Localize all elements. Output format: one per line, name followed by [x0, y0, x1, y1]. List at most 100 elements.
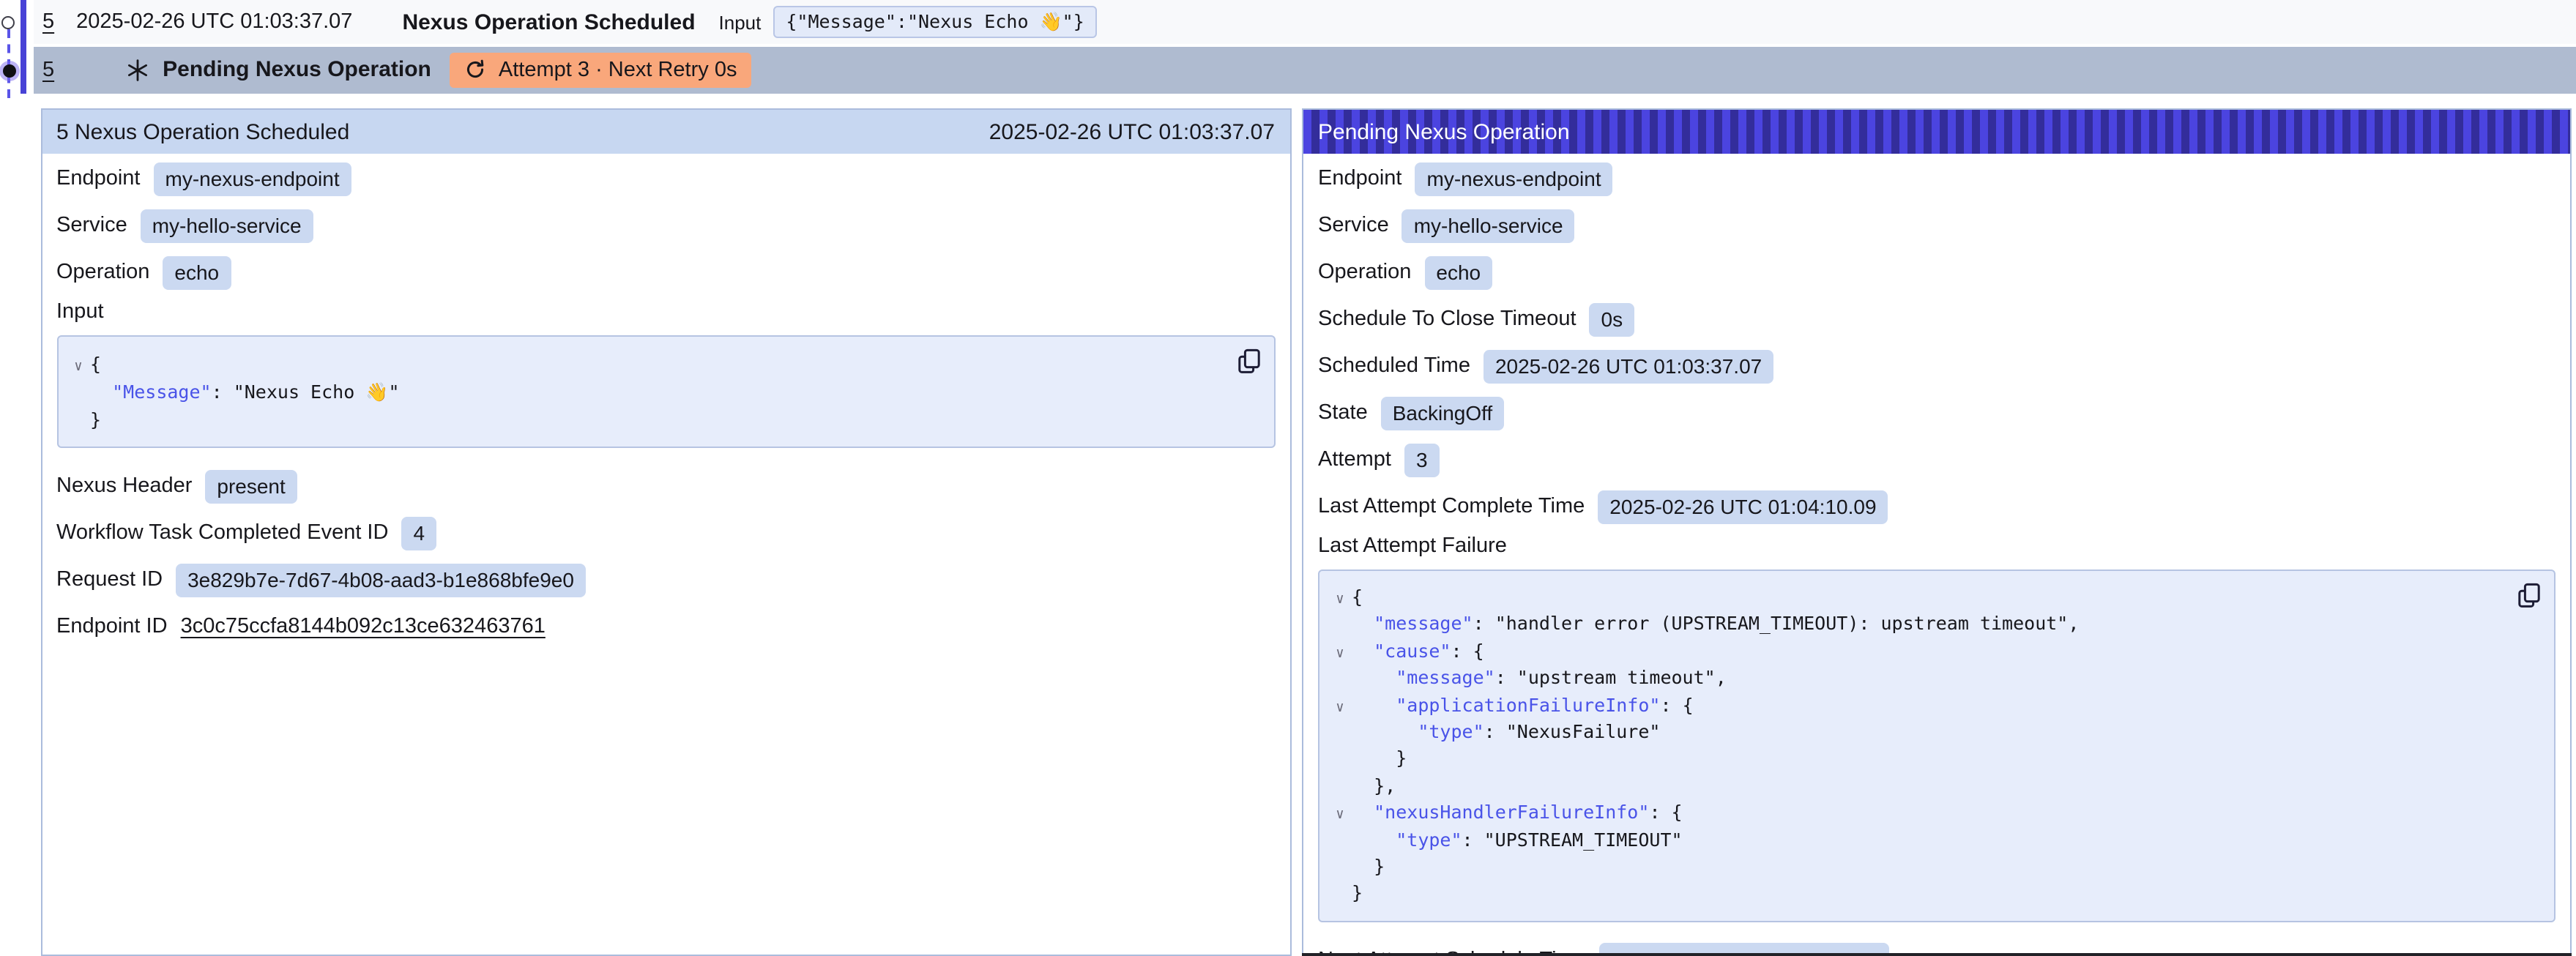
field-value-badge: my-hello-service	[141, 209, 313, 242]
code-line-gutter	[1328, 668, 1352, 695]
event-input-chip: {"Message":"Nexus Echo 👋"}	[773, 6, 1097, 38]
field-row-wft-completed-id: Workflow Task Completed Event ID 4	[56, 514, 1275, 552]
field-value-badge: 0s	[1590, 302, 1635, 336]
collapse-chevron-icon[interactable]: ∨	[1328, 695, 1352, 722]
code-line: "message": "upstream timeout",	[1328, 665, 2510, 692]
field-label: Last Attempt Complete Time	[1318, 495, 1585, 518]
field-value-badge: echo	[1424, 255, 1492, 289]
field-row-last-attempt-complete: Last Attempt Complete Time 2025-02-26 UT…	[1318, 488, 2555, 526]
field-label: Endpoint	[1318, 167, 1402, 190]
event-input-label: Input	[719, 11, 762, 33]
code-line: }	[67, 406, 1229, 433]
code-line-text: "applicationFailureInfo": {	[1352, 692, 1694, 719]
field-label: Scheduled Time	[1318, 354, 1470, 378]
code-line: ∨ "applicationFailureInfo": {	[1328, 692, 2510, 719]
field-label: Workflow Task Completed Event ID	[56, 521, 388, 545]
code-line-text: {	[90, 350, 101, 378]
event-id-link[interactable]: 5	[42, 10, 54, 34]
input-block-label: Input	[56, 300, 1275, 329]
code-line: "type": "NexusFailure"	[1328, 719, 2510, 746]
workflow-history-view: 5 2025-02-26 UTC 01:03:37.07 Nexus Opera…	[0, 0, 2576, 956]
code-line-gutter	[1328, 722, 1352, 749]
code-line-text: "cause": {	[1352, 638, 1484, 665]
pending-asterisk-icon	[126, 59, 149, 82]
field-row-nexus-header: Nexus Header present	[56, 467, 1275, 505]
event-history-row[interactable]: 5 2025-02-26 UTC 01:03:37.07 Nexus Opera…	[34, 0, 2576, 44]
field-row-endpoint: Endpoint my-nexus-endpoint	[56, 160, 1275, 198]
field-row-request-id: Request ID 3e829b7e-7d67-4b08-aad3-b1e86…	[56, 561, 1275, 599]
field-row-attempt: Attempt 3	[1318, 441, 2555, 479]
field-row-scheduled-time: Scheduled Time 2025-02-26 UTC 01:03:37.0…	[1318, 347, 2555, 385]
event-title: Nexus Operation Scheduled	[402, 10, 695, 34]
field-row-operation: Operation echo	[1318, 253, 2555, 291]
collapse-chevron-icon[interactable]: ∨	[1328, 587, 1352, 614]
field-label: Schedule To Close Timeout	[1318, 307, 1577, 331]
field-row-operation: Operation echo	[56, 253, 1275, 291]
code-line: }	[1328, 881, 2510, 908]
code-line-gutter	[1328, 884, 1352, 911]
code-line-text: "message": "upstream timeout",	[1352, 665, 1727, 692]
retry-badge: Attempt 3 · Next Retry 0s	[450, 53, 752, 88]
pending-title: Pending Nexus Operation	[163, 58, 431, 83]
endpoint-id-link[interactable]: 3c0c75ccfa8144b092c13ce632463761	[181, 615, 546, 638]
pending-operation-row[interactable]: 5 Pending Nexus Operation Attempt 3 · Ne…	[34, 46, 2576, 94]
collapse-chevron-icon[interactable]: ∨	[1328, 641, 1352, 668]
field-row-schedule-to-close: Schedule To Close Timeout 0s	[1318, 300, 2555, 338]
field-row-endpoint: Endpoint my-nexus-endpoint	[1318, 160, 2555, 198]
timeline-accent-bar	[20, 0, 26, 94]
code-line: ∨ "cause": {	[1328, 638, 2510, 665]
copy-icon[interactable]	[1237, 348, 1260, 375]
event-details-header-title: 5 Nexus Operation Scheduled	[56, 119, 349, 144]
field-label: Endpoint	[56, 167, 141, 190]
failure-json-block: ∨{ "message": "handler error (UPSTREAM_T…	[1318, 570, 2555, 922]
code-line-gutter	[67, 408, 90, 436]
pending-id-link[interactable]: 5	[42, 59, 54, 82]
event-details-header-time: 2025-02-26 UTC 01:03:37.07	[989, 119, 1275, 144]
code-line-text: }	[1352, 746, 1407, 773]
code-line: "Message": "Nexus Echo 👋"	[67, 378, 1229, 406]
code-line-text: "type": "NexusFailure"	[1352, 719, 1660, 746]
timeline-event-marker-icon	[1, 16, 15, 29]
field-label: Request ID	[56, 568, 163, 591]
collapse-chevron-icon[interactable]: ∨	[1328, 803, 1352, 830]
field-row-service: Service my-hello-service	[56, 206, 1275, 244]
field-value-badge: 2025-02-26 UTC 01:03:37.07	[1484, 349, 1773, 383]
code-line: ∨ "nexusHandlerFailureInfo": {	[1328, 800, 2510, 827]
field-value-badge: present	[205, 469, 297, 503]
code-line-gutter	[1328, 749, 1352, 776]
code-line-text: {	[1352, 584, 1363, 611]
field-value-badge: BackingOff	[1381, 396, 1504, 430]
field-label: Operation	[56, 261, 149, 284]
field-label: Endpoint ID	[56, 615, 168, 638]
timeline-pending-marker-icon	[2, 64, 15, 77]
field-label: Operation	[1318, 261, 1411, 284]
field-value-badge: my-nexus-endpoint	[154, 162, 351, 195]
code-line: ∨{	[1328, 584, 2510, 611]
field-label: Nexus Header	[56, 474, 192, 498]
pending-details-panel: Pending Nexus Operation Endpoint my-nexu…	[1302, 108, 2572, 956]
retry-badge-text: Attempt 3 · Next Retry 0s	[499, 59, 737, 82]
field-value-badge: my-nexus-endpoint	[1415, 162, 1613, 195]
code-line-text: }	[1352, 854, 1385, 881]
field-value-badge: 4	[401, 516, 436, 550]
collapse-chevron-icon[interactable]: ∨	[67, 353, 90, 381]
code-line-text: "nexusHandlerFailureInfo": {	[1352, 800, 1683, 827]
copy-icon[interactable]	[2517, 583, 2541, 609]
code-line-text: "Message": "Nexus Echo 👋"	[90, 378, 400, 406]
code-line-gutter	[1328, 829, 1352, 856]
field-row-service: Service my-hello-service	[1318, 206, 2555, 244]
field-row-state: State BackingOff	[1318, 394, 2555, 432]
field-value-badge: 3	[1404, 443, 1440, 477]
field-label: Service	[1318, 214, 1389, 237]
field-value-badge: my-hello-service	[1402, 209, 1575, 242]
event-details-header: 5 Nexus Operation Scheduled 2025-02-26 U…	[42, 110, 1289, 154]
code-line-gutter	[1328, 776, 1352, 803]
field-value-badge: 2025-02-26 UTC 01:04:10.09	[1598, 490, 1888, 523]
code-line: "type": "UPSTREAM_TIMEOUT"	[1328, 826, 2510, 854]
field-label: Service	[56, 214, 127, 237]
field-label: State	[1318, 401, 1368, 425]
field-label: Attempt	[1318, 448, 1391, 471]
field-row-endpoint-id: Endpoint ID 3c0c75ccfa8144b092c13ce63246…	[56, 608, 1275, 646]
code-line-text: }	[1352, 881, 1363, 908]
code-line-text: },	[1352, 773, 1396, 800]
